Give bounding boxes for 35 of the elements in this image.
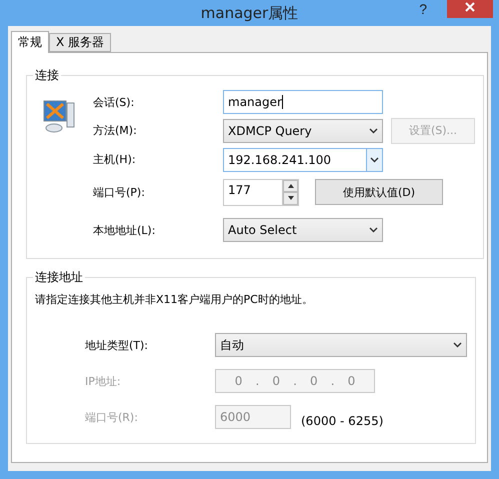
separator-dot: . [292, 374, 298, 388]
tab[interactable]: 常规 [11, 31, 49, 53]
action-button[interactable]: 使用默认值(D) [315, 179, 443, 205]
down-arrow-icon [288, 196, 294, 200]
separator-dot: . [330, 374, 336, 388]
group-title: 连接 [34, 67, 60, 84]
dropdown[interactable]: Auto Select [223, 218, 383, 242]
field-label: 端口号(P): [93, 184, 146, 200]
chevron-down-icon [370, 156, 379, 162]
field-label: 方法(M): [93, 123, 138, 138]
field-label: 地址类型(T): [85, 338, 150, 352]
computer-icon [43, 100, 75, 134]
help-button[interactable]: ? [419, 0, 427, 18]
text-field[interactable]: manager [223, 90, 383, 114]
field-label: IP地址: [85, 374, 122, 388]
close-icon [465, 2, 475, 12]
chevron-down-icon [369, 227, 378, 233]
dropdown[interactable]: XDMCP Query [223, 118, 383, 142]
spin-box[interactable]: 177 [223, 178, 299, 206]
separator-dot: . [254, 374, 260, 388]
close-button[interactable] [447, 0, 493, 18]
combo-box[interactable]: 192.168.241.100 [223, 148, 383, 172]
window-title: manager属性 [200, 4, 298, 22]
dropdown[interactable]: 自动 [215, 333, 467, 357]
description-text: 请指定连接其他主机并非X11客户端用户的PC时的地址。 [35, 292, 314, 307]
range-hint: (6000 - 6255) [301, 414, 384, 428]
chevron-down-icon [369, 128, 378, 134]
group-title: 连接地址 [34, 269, 84, 286]
chevron-down-icon [453, 342, 462, 348]
tab[interactable]: X 服务器 [49, 33, 112, 52]
field-label: 会话(S): [93, 94, 136, 110]
field-label: 端口号(R): [85, 410, 139, 424]
field-label: 主机(H): [93, 152, 137, 167]
field-label: 本地地址(L): [93, 222, 156, 238]
up-arrow-icon [288, 184, 294, 188]
